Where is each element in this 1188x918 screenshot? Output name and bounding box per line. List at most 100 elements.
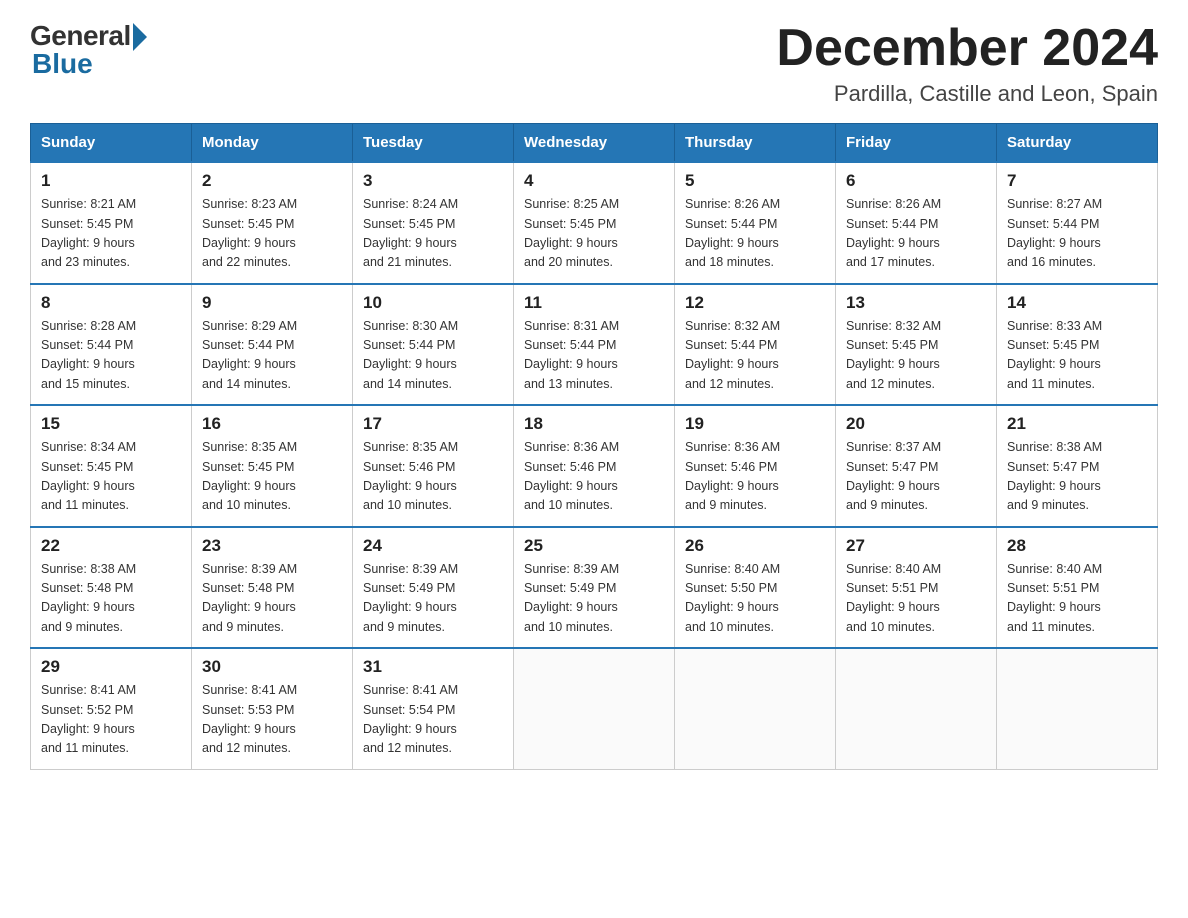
day-number: 30 (202, 657, 342, 677)
calendar-cell: 20Sunrise: 8:37 AMSunset: 5:47 PMDayligh… (836, 405, 997, 527)
calendar-cell: 9 Sunrise: 8:29 AMSunset: 5:44 PMDaylight… (192, 284, 353, 406)
day-info: Sunrise: 8:26 AMSunset: 5:44 PMDaylight:… (846, 195, 986, 273)
calendar-cell: 18 Sunrise: 8:36 AMSunset: 5:46 PMDayligh… (514, 405, 675, 527)
calendar-cell: 13Sunrise: 8:32 AMSunset: 5:45 PMDayligh… (836, 284, 997, 406)
day-number: 27 (846, 536, 986, 556)
calendar-cell: 14 Sunrise: 8:33 AMSunset: 5:45 PMDayligh… (997, 284, 1158, 406)
day-info: Sunrise: 8:38 AMSunset: 5:47 PMDaylight:… (1007, 438, 1147, 516)
calendar-cell: 7 Sunrise: 8:27 AMSunset: 5:44 PMDaylight… (997, 162, 1158, 284)
day-info: Sunrise: 8:26 AMSunset: 5:44 PMDaylight:… (685, 195, 825, 273)
day-info: Sunrise: 8:39 AMSunset: 5:49 PMDaylight:… (524, 560, 664, 638)
day-info: Sunrise: 8:31 AMSunset: 5:44 PMDaylight:… (524, 317, 664, 395)
calendar-cell: 3 Sunrise: 8:24 AMSunset: 5:45 PMDaylight… (353, 162, 514, 284)
day-number: 15 (41, 414, 181, 434)
day-number: 9 (202, 293, 342, 313)
day-number: 25 (524, 536, 664, 556)
calendar-cell: 24 Sunrise: 8:39 AMSunset: 5:49 PMDayligh… (353, 527, 514, 649)
day-info: Sunrise: 8:24 AMSunset: 5:45 PMDaylight:… (363, 195, 503, 273)
day-number: 12 (685, 293, 825, 313)
calendar-cell: 5 Sunrise: 8:26 AMSunset: 5:44 PMDaylight… (675, 162, 836, 284)
day-number: 8 (41, 293, 181, 313)
day-number: 4 (524, 171, 664, 191)
day-number: 22 (41, 536, 181, 556)
day-info: Sunrise: 8:28 AMSunset: 5:44 PMDaylight:… (41, 317, 181, 395)
calendar-cell: 30 Sunrise: 8:41 AMSunset: 5:53 PMDayligh… (192, 648, 353, 769)
day-number: 17 (363, 414, 503, 434)
day-number: 16 (202, 414, 342, 434)
calendar-cell (514, 648, 675, 769)
day-number: 1 (41, 171, 181, 191)
calendar-week-row: 1Sunrise: 8:21 AMSunset: 5:45 PMDaylight… (31, 162, 1158, 284)
calendar-cell: 10 Sunrise: 8:30 AMSunset: 5:44 PMDayligh… (353, 284, 514, 406)
column-header-saturday: Saturday (997, 124, 1158, 163)
calendar-cell: 6Sunrise: 8:26 AMSunset: 5:44 PMDaylight… (836, 162, 997, 284)
calendar-cell: 22 Sunrise: 8:38 AMSunset: 5:48 PMDayligh… (31, 527, 192, 649)
calendar-cell: 16 Sunrise: 8:35 AMSunset: 5:45 PMDayligh… (192, 405, 353, 527)
day-info: Sunrise: 8:33 AMSunset: 5:45 PMDaylight:… (1007, 317, 1147, 395)
calendar-cell: 15 Sunrise: 8:34 AMSunset: 5:45 PMDayligh… (31, 405, 192, 527)
day-number: 28 (1007, 536, 1147, 556)
day-info: Sunrise: 8:41 AMSunset: 5:54 PMDaylight:… (363, 681, 503, 759)
day-info: Sunrise: 8:37 AMSunset: 5:47 PMDaylight:… (846, 438, 986, 516)
calendar-cell: 1Sunrise: 8:21 AMSunset: 5:45 PMDaylight… (31, 162, 192, 284)
day-info: Sunrise: 8:41 AMSunset: 5:53 PMDaylight:… (202, 681, 342, 759)
day-number: 14 (1007, 293, 1147, 313)
day-number: 21 (1007, 414, 1147, 434)
month-title: December 2024 (776, 20, 1158, 77)
calendar-cell: 19Sunrise: 8:36 AMSunset: 5:46 PMDayligh… (675, 405, 836, 527)
calendar-week-row: 22 Sunrise: 8:38 AMSunset: 5:48 PMDayligh… (31, 527, 1158, 649)
day-info: Sunrise: 8:34 AMSunset: 5:45 PMDaylight:… (41, 438, 181, 516)
calendar-cell (836, 648, 997, 769)
day-info: Sunrise: 8:29 AMSunset: 5:44 PMDaylight:… (202, 317, 342, 395)
column-header-tuesday: Tuesday (353, 124, 514, 163)
day-info: Sunrise: 8:25 AMSunset: 5:45 PMDaylight:… (524, 195, 664, 273)
calendar-cell: 2 Sunrise: 8:23 AMSunset: 5:45 PMDaylight… (192, 162, 353, 284)
column-header-thursday: Thursday (675, 124, 836, 163)
page-header: General Blue December 2024 Pardilla, Cas… (30, 20, 1158, 107)
logo-blue-text: Blue (32, 48, 93, 80)
day-info: Sunrise: 8:36 AMSunset: 5:46 PMDaylight:… (524, 438, 664, 516)
day-number: 10 (363, 293, 503, 313)
day-number: 26 (685, 536, 825, 556)
day-number: 18 (524, 414, 664, 434)
logo: General Blue (30, 20, 147, 80)
day-number: 3 (363, 171, 503, 191)
calendar-cell: 26 Sunrise: 8:40 AMSunset: 5:50 PMDayligh… (675, 527, 836, 649)
calendar-cell: 17 Sunrise: 8:35 AMSunset: 5:46 PMDayligh… (353, 405, 514, 527)
calendar-cell: 11Sunrise: 8:31 AMSunset: 5:44 PMDayligh… (514, 284, 675, 406)
calendar-cell: 29 Sunrise: 8:41 AMSunset: 5:52 PMDayligh… (31, 648, 192, 769)
calendar-cell: 28 Sunrise: 8:40 AMSunset: 5:51 PMDayligh… (997, 527, 1158, 649)
day-info: Sunrise: 8:35 AMSunset: 5:46 PMDaylight:… (363, 438, 503, 516)
calendar-cell: 21 Sunrise: 8:38 AMSunset: 5:47 PMDayligh… (997, 405, 1158, 527)
calendar-week-row: 8 Sunrise: 8:28 AMSunset: 5:44 PMDaylight… (31, 284, 1158, 406)
day-info: Sunrise: 8:27 AMSunset: 5:44 PMDaylight:… (1007, 195, 1147, 273)
logo-arrow-icon (133, 23, 147, 51)
day-number: 7 (1007, 171, 1147, 191)
column-header-wednesday: Wednesday (514, 124, 675, 163)
day-number: 2 (202, 171, 342, 191)
day-info: Sunrise: 8:41 AMSunset: 5:52 PMDaylight:… (41, 681, 181, 759)
calendar-cell: 8 Sunrise: 8:28 AMSunset: 5:44 PMDaylight… (31, 284, 192, 406)
day-number: 31 (363, 657, 503, 677)
day-number: 24 (363, 536, 503, 556)
location-subtitle: Pardilla, Castille and Leon, Spain (776, 81, 1158, 107)
day-number: 19 (685, 414, 825, 434)
calendar-cell (675, 648, 836, 769)
day-info: Sunrise: 8:23 AMSunset: 5:45 PMDaylight:… (202, 195, 342, 273)
day-number: 5 (685, 171, 825, 191)
title-section: December 2024 Pardilla, Castille and Leo… (776, 20, 1158, 107)
day-info: Sunrise: 8:39 AMSunset: 5:49 PMDaylight:… (363, 560, 503, 638)
day-info: Sunrise: 8:35 AMSunset: 5:45 PMDaylight:… (202, 438, 342, 516)
day-info: Sunrise: 8:40 AMSunset: 5:50 PMDaylight:… (685, 560, 825, 638)
calendar-week-row: 15 Sunrise: 8:34 AMSunset: 5:45 PMDayligh… (31, 405, 1158, 527)
column-header-sunday: Sunday (31, 124, 192, 163)
day-info: Sunrise: 8:30 AMSunset: 5:44 PMDaylight:… (363, 317, 503, 395)
day-number: 29 (41, 657, 181, 677)
calendar-cell: 23Sunrise: 8:39 AMSunset: 5:48 PMDayligh… (192, 527, 353, 649)
day-info: Sunrise: 8:40 AMSunset: 5:51 PMDaylight:… (846, 560, 986, 638)
calendar-cell: 4 Sunrise: 8:25 AMSunset: 5:45 PMDaylight… (514, 162, 675, 284)
calendar-week-row: 29 Sunrise: 8:41 AMSunset: 5:52 PMDayligh… (31, 648, 1158, 769)
calendar-header-row: SundayMondayTuesdayWednesdayThursdayFrid… (31, 124, 1158, 163)
day-info: Sunrise: 8:40 AMSunset: 5:51 PMDaylight:… (1007, 560, 1147, 638)
day-info: Sunrise: 8:38 AMSunset: 5:48 PMDaylight:… (41, 560, 181, 638)
